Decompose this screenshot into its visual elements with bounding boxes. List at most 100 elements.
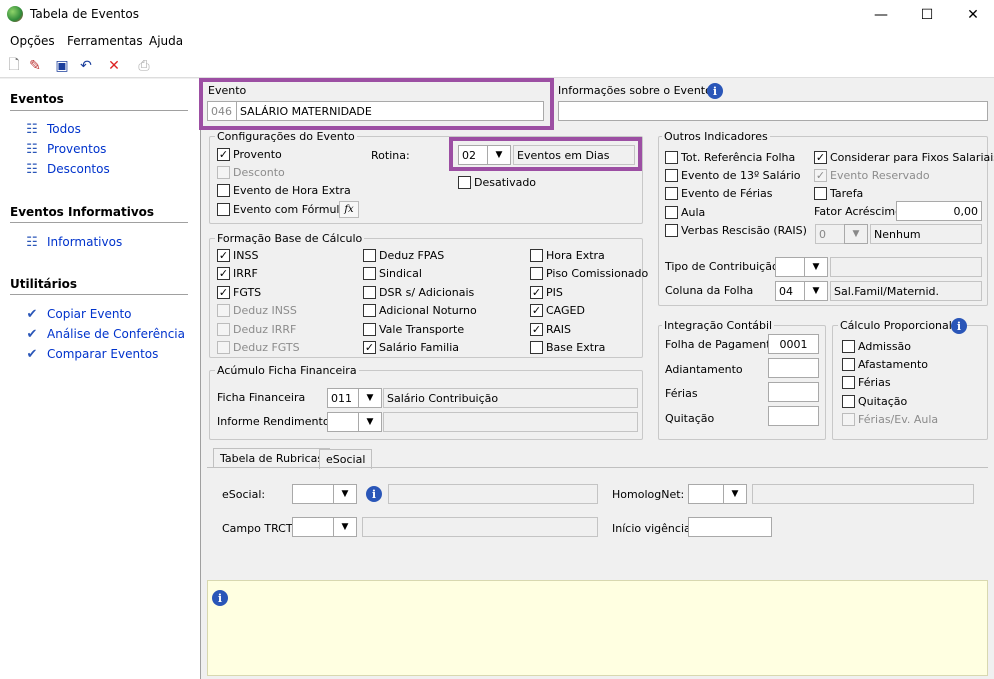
base-col1-checkbox-4[interactable]: Deduz IRRF (217, 322, 296, 336)
verbas-dropdown-icon[interactable]: ▼ (844, 224, 868, 244)
evento-code-field[interactable]: 046 (207, 101, 237, 121)
tab-tabela-rubricas[interactable]: Tabela de Rubricas (213, 448, 331, 468)
menu-ajuda[interactable]: Ajuda (149, 34, 183, 48)
checkbox-box[interactable]: ✓ (217, 249, 230, 262)
maximize-button[interactable]: ☐ (904, 0, 950, 30)
checkbox-box[interactable] (217, 304, 230, 318)
evento-name-field[interactable]: SALÁRIO MATERNIDADE (236, 101, 544, 121)
desativado-checkbox[interactable]: Desativado (458, 176, 536, 189)
base-col1-checkbox-5[interactable]: Deduz FGTS (217, 341, 300, 354)
checkbox-box[interactable] (363, 249, 376, 262)
close-button[interactable]: ✕ (950, 0, 994, 30)
sidebar-item-descontos[interactable]: Descontos (47, 162, 110, 176)
base-col2-checkbox-3[interactable]: Adicional Noturno (363, 304, 477, 318)
checkbox-box[interactable]: ✓ (530, 304, 543, 318)
ficha-dropdown-icon[interactable]: ▼ (358, 388, 382, 408)
info-icon[interactable]: i (366, 486, 382, 502)
undo-icon[interactable]: ↶ (77, 57, 95, 75)
checkbox-box[interactable] (217, 322, 230, 336)
rotina-dropdown-icon[interactable]: ▼ (487, 145, 511, 165)
minimize-button[interactable]: — (858, 0, 904, 30)
base-col2-checkbox-0[interactable]: Deduz FPAS (363, 249, 444, 262)
reservado-checkbox[interactable]: ✓ Evento Reservado (814, 169, 930, 182)
base-col2-checkbox-2[interactable]: DSR s/ Adicionais (363, 285, 474, 299)
base-col1-checkbox-2[interactable]: ✓ FGTS (217, 285, 261, 299)
checkbox-box[interactable] (530, 341, 543, 354)
checkbox-box[interactable] (530, 249, 543, 262)
sidebar-item-todos[interactable]: Todos (47, 122, 81, 136)
base-col3-checkbox-3[interactable]: ✓ CAGED (530, 304, 585, 318)
prop-quitacao-checkbox[interactable]: Quitação (842, 395, 907, 408)
tipo-dropdown-icon[interactable]: ▼ (804, 257, 828, 277)
prop-ferias-checkbox[interactable]: Férias (842, 376, 891, 389)
ferias-field[interactable] (768, 382, 819, 402)
sidebar-item-informativos[interactable]: Informativos (47, 235, 122, 249)
base-col1-checkbox-0[interactable]: ✓ INSS (217, 249, 258, 262)
hora-extra-checkbox[interactable]: Evento de Hora Extra (217, 184, 351, 197)
rotina-code-field[interactable]: 02 (458, 145, 488, 165)
checkbox-box[interactable] (217, 341, 230, 354)
base-col3-checkbox-5[interactable]: Base Extra (530, 341, 605, 354)
tipo-code-field[interactable] (775, 257, 805, 277)
formula-checkbox[interactable]: Evento com Fórmula (217, 203, 346, 216)
new-document-icon[interactable]: 🗋 (5, 57, 23, 75)
checkbox-box[interactable]: ✓ (217, 267, 230, 281)
informe-code-field[interactable] (327, 412, 359, 432)
aula-checkbox[interactable]: Aula (665, 206, 705, 219)
vigencia-field[interactable] (688, 517, 772, 537)
sidebar-item-copiar[interactable]: Copiar Evento (47, 307, 132, 321)
homolog-code-field[interactable] (688, 484, 724, 504)
checkbox-box[interactable]: ✓ (363, 341, 376, 354)
trct-dropdown-icon[interactable]: ▼ (333, 517, 357, 537)
base-col1-checkbox-1[interactable]: ✓ IRRF (217, 267, 258, 281)
base-col2-checkbox-4[interactable]: Vale Transporte (363, 322, 464, 336)
info-icon[interactable]: i (707, 83, 723, 99)
save-icon[interactable]: ▣ (53, 57, 71, 75)
verbas-checkbox[interactable]: Verbas Rescisão (RAIS) (665, 224, 807, 237)
verbas-code-field[interactable]: 0 (815, 224, 845, 244)
checkbox-box[interactable]: ✓ (217, 285, 230, 299)
sidebar-item-analise[interactable]: Análise de Conferência (47, 327, 185, 341)
base-col3-checkbox-2[interactable]: ✓ PIS (530, 285, 563, 299)
tab-esocial[interactable]: eSocial (319, 449, 373, 469)
base-col3-checkbox-4[interactable]: ✓ RAIS (530, 322, 571, 336)
checkbox-box[interactable] (363, 322, 376, 336)
checkbox-box[interactable] (363, 304, 376, 318)
base-col3-checkbox-1[interactable]: Piso Comissionado (530, 267, 648, 281)
admissao-checkbox[interactable]: Admissão (842, 340, 911, 353)
tarefa-checkbox[interactable]: Tarefa (814, 187, 863, 200)
formula-icon[interactable]: fx (339, 201, 359, 218)
trct-code-field[interactable] (292, 517, 334, 537)
decimo-checkbox[interactable]: Evento de 13º Salário (665, 169, 801, 182)
menu-opcoes[interactable]: Opções (10, 34, 55, 48)
delete-icon[interactable]: ✕ (105, 57, 123, 75)
info-icon[interactable]: i (951, 318, 967, 334)
adiantamento-field[interactable] (768, 358, 819, 378)
info-evento-field[interactable] (558, 101, 988, 121)
checkbox-box[interactable]: ✓ (530, 285, 543, 299)
menu-ferramentas[interactable]: Ferramentas (67, 34, 143, 48)
esocial-code-field[interactable] (292, 484, 334, 504)
base-col2-checkbox-1[interactable]: Sindical (363, 267, 422, 281)
coluna-dropdown-icon[interactable]: ▼ (804, 281, 828, 301)
fator-field[interactable]: 0,00 (896, 201, 982, 221)
sidebar-item-comparar[interactable]: Comparar Eventos (47, 347, 158, 361)
informe-dropdown-icon[interactable]: ▼ (358, 412, 382, 432)
base-col2-checkbox-5[interactable]: ✓ Salário Familia (363, 341, 459, 354)
sidebar-item-proventos[interactable]: Proventos (47, 142, 106, 156)
ferias-aula-checkbox[interactable]: Férias/Ev. Aula (842, 413, 938, 426)
print-icon[interactable]: ⎙ (135, 57, 153, 75)
afastamento-checkbox[interactable]: Afastamento (842, 358, 928, 371)
ficha-code-field[interactable]: 011 (327, 388, 359, 408)
esocial-dropdown-icon[interactable]: ▼ (333, 484, 357, 504)
ref-folha-checkbox[interactable]: Tot. Referência Folha (665, 151, 795, 164)
base-col3-checkbox-0[interactable]: Hora Extra (530, 249, 605, 262)
desconto-checkbox[interactable]: Desconto (217, 166, 285, 179)
checkbox-box[interactable] (363, 285, 376, 299)
edit-icon[interactable]: ✎ (26, 57, 44, 75)
checkbox-box[interactable] (363, 267, 376, 281)
ferias-checkbox[interactable]: Evento de Férias (665, 187, 773, 200)
coluna-code-field[interactable]: 04 (775, 281, 805, 301)
checkbox-box[interactable]: ✓ (530, 322, 543, 336)
provento-checkbox[interactable]: ✓ Provento (217, 148, 282, 161)
